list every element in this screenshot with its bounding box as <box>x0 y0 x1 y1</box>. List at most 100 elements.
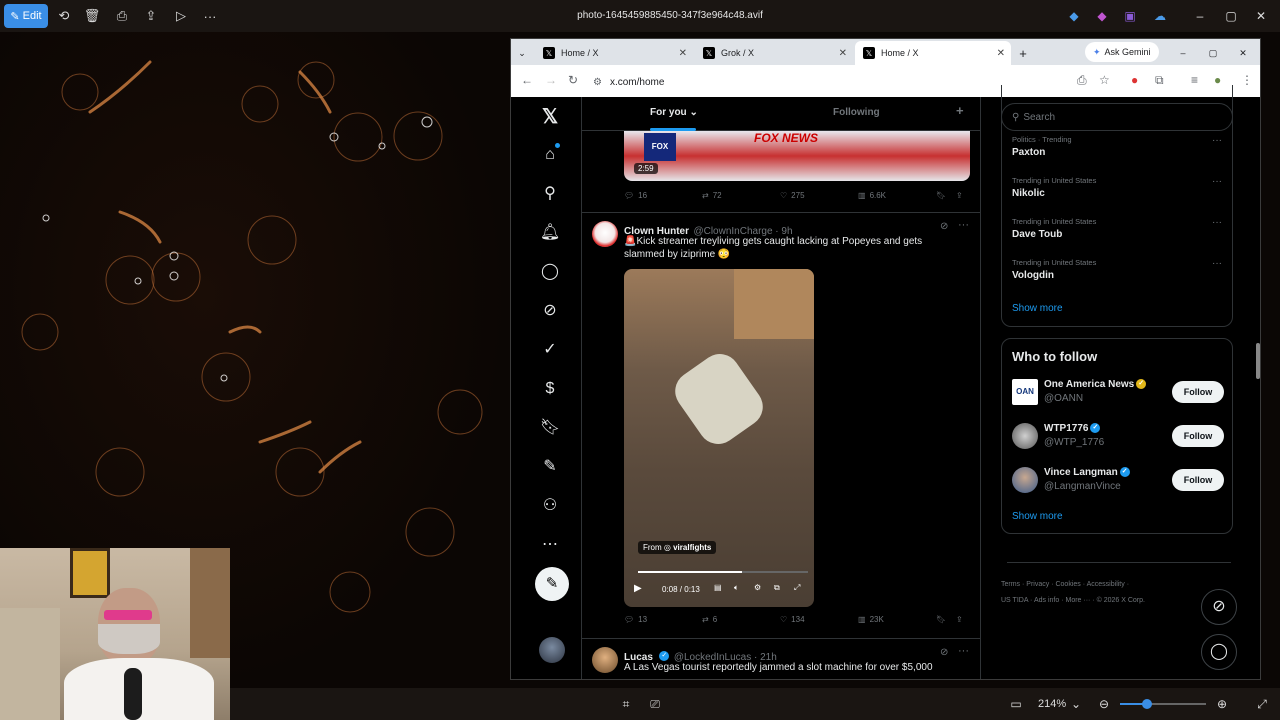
ask-gemini-button[interactable]: ✦ Ask Gemini <box>1085 42 1159 62</box>
x-logo-icon[interactable]: 𝕏 <box>538 105 562 129</box>
tab-for-you[interactable]: For you ⌄ <box>650 107 698 118</box>
follow-button[interactable]: Follow <box>1172 425 1224 447</box>
more-options-icon[interactable]: ⋯ <box>538 533 562 557</box>
tab-grok[interactable]: 𝕏 Grok / X ✕ <box>695 41 853 65</box>
follow-suggestion[interactable]: OAN One America News ✓ @OANN Follow <box>1012 377 1224 407</box>
reply-button[interactable]: 💬︎ 16 <box>624 191 647 200</box>
tab-close-icon[interactable]: ✕ <box>839 48 847 59</box>
follow-suggestion[interactable]: Vince Langman ✓ @LangmanVince Follow <box>1012 465 1224 495</box>
trends-show-more-link[interactable]: Show more <box>1012 303 1063 314</box>
more-options-icon[interactable]: ··· <box>958 645 969 657</box>
cloud-icon[interactable]: ☁ <box>1150 6 1170 26</box>
tweet-video[interactable]: From ◎ viralfights ▶ 0:08 / 0:13 ▤ 🔈︎ ⚙ … <box>624 269 814 607</box>
tab-home-1[interactable]: 𝕏 Home / X ✕ <box>535 41 693 65</box>
page-scrollbar[interactable] <box>1256 103 1260 673</box>
fullscreen-icon[interactable]: ⤢ <box>794 583 800 593</box>
pip-icon[interactable]: ⧉ <box>774 583 780 593</box>
scrollbar-thumb[interactable] <box>1256 343 1260 379</box>
articles-icon[interactable]: ✎ <box>538 455 562 479</box>
tab-home-active[interactable]: 𝕏 Home / X ✕ <box>855 41 1011 65</box>
vince-langman-avatar[interactable] <box>1012 467 1038 493</box>
footer-privacy-link[interactable]: Privacy <box>1026 581 1049 588</box>
messages-fab-icon[interactable]: ◯ <box>1201 634 1237 670</box>
reload-icon[interactable]: ↻ <box>568 73 578 87</box>
play-icon[interactable]: ▶ <box>634 583 642 594</box>
video-source-badge[interactable]: From ◎ viralfights <box>638 541 717 554</box>
crop-icon[interactable]: ⌗ <box>616 694 636 714</box>
bookmark-icon[interactable]: 🔖︎ <box>936 615 946 624</box>
zoom-level[interactable]: 214% <box>1038 688 1066 720</box>
premium-icon[interactable]: ✓ <box>538 338 562 362</box>
tab-search-icon[interactable]: ⌄ <box>515 41 529 65</box>
repost-button[interactable]: ⇄ 6 <box>702 615 717 624</box>
rotate-icon[interactable]: ⟲ <box>54 4 74 28</box>
volume-icon[interactable]: 🔈︎ <box>734 583 739 593</box>
slideshow-icon[interactable]: ▷ <box>171 4 191 28</box>
more-icon[interactable]: ··· <box>200 4 220 28</box>
follow-suggestion[interactable]: WTP1776 ✓ @WTP_1776 Follow <box>1012 421 1224 451</box>
browser-menu-icon[interactable]: ⋮ <box>1241 73 1253 87</box>
site-info-icon[interactable]: ⚙ <box>593 77 602 88</box>
grok-fab-icon[interactable]: ⊘ <box>1201 589 1237 625</box>
grok-analyze-icon[interactable]: ⊘ <box>940 647 948 658</box>
trend-more-icon[interactable]: ··· <box>1212 176 1222 187</box>
app-icon-3[interactable]: ▣ <box>1120 6 1140 26</box>
footer-more-link[interactable]: More ··· <box>1065 597 1090 604</box>
fit-screen-icon[interactable]: ▭ <box>1006 694 1026 714</box>
trend-item[interactable]: Trending in United States Nikolic ··· <box>1012 176 1222 199</box>
follow-show-more-link[interactable]: Show more <box>1012 511 1063 522</box>
app-icon-2[interactable]: ◆ <box>1092 6 1112 26</box>
tab-close-icon[interactable]: ✕ <box>679 48 687 59</box>
maximize-icon[interactable]: ▢ <box>1205 41 1221 65</box>
profile-icon[interactable]: ⚇ <box>538 494 562 518</box>
tweet-video-thumbnail[interactable]: FOX FOX NEWS 2:59 <box>624 131 970 181</box>
more-options-icon[interactable]: ··· <box>958 219 969 231</box>
follow-button[interactable]: Follow <box>1172 381 1224 403</box>
trend-item[interactable]: Politics · Trending Paxton ··· <box>1012 135 1222 158</box>
views-button[interactable]: ▥ 23K <box>858 615 884 624</box>
tweet-main[interactable]: Clown Hunter @ClownInCharge · 9h ⊘ ··· 🚨… <box>582 213 980 639</box>
footer-cookies-link[interactable]: Cookies <box>1055 581 1080 588</box>
wtp1776-avatar[interactable] <box>1012 423 1038 449</box>
grok-icon[interactable]: ⊘ <box>538 299 562 323</box>
tab-close-icon[interactable]: ✕ <box>997 48 1005 59</box>
zoom-dropdown-icon[interactable]: ⌄ <box>1066 694 1086 714</box>
like-button[interactable]: ♡ 275 <box>780 191 805 200</box>
visual-search-icon[interactable]: ⎚ <box>645 694 665 714</box>
follow-button[interactable]: Follow <box>1172 469 1224 491</box>
trend-item[interactable]: Trending in United States Vologdin ··· <box>1012 258 1222 281</box>
tab-following[interactable]: Following <box>833 107 880 118</box>
post-button[interactable]: ✎ <box>535 567 569 601</box>
suggestion-name[interactable]: Vince Langman ✓ <box>1044 467 1130 478</box>
app-icon-1[interactable]: ◆ <box>1064 6 1084 26</box>
account-avatar[interactable] <box>539 637 565 663</box>
zoom-slider[interactable] <box>1120 699 1206 709</box>
bookmark-icon[interactable]: 🔖︎ <box>936 191 946 200</box>
delete-icon[interactable]: 🗑 <box>82 4 102 28</box>
notifications-bell-icon[interactable]: 🔔︎ <box>538 221 562 245</box>
tweet-next[interactable]: Lucas ✓ @LockedInLucas · 21h ⊘ ··· A Las… <box>582 639 980 679</box>
footer-terms-link[interactable]: Terms <box>1001 581 1020 588</box>
captions-icon[interactable]: ▤ <box>714 583 722 592</box>
trend-more-icon[interactable]: ··· <box>1212 135 1222 146</box>
add-feed-icon[interactable]: + <box>956 103 964 118</box>
messages-icon[interactable]: ◯ <box>538 260 562 284</box>
oann-avatar[interactable]: OAN <box>1012 379 1038 405</box>
url-input[interactable]: ⚙ x.com/home <box>593 71 1068 93</box>
close-icon[interactable]: ✕ <box>1235 41 1251 65</box>
zoom-out-icon[interactable]: ⊖ <box>1094 694 1114 714</box>
minimize-icon[interactable]: – <box>1190 6 1210 26</box>
trend-item[interactable]: Trending in United States Dave Toub ··· <box>1012 217 1222 240</box>
grok-analyze-icon[interactable]: ⊘ <box>940 221 948 232</box>
repost-button[interactable]: ⇄ 72 <box>702 191 722 200</box>
fullscreen-icon[interactable]: ⤢ <box>1252 694 1272 714</box>
suggestion-name[interactable]: One America News ✓ <box>1044 379 1147 390</box>
video-progress-bar[interactable] <box>638 571 808 573</box>
share-icon[interactable]: ⇪ <box>956 615 963 624</box>
close-icon[interactable]: ✕ <box>1251 6 1271 26</box>
share-icon[interactable]: ⇪ <box>956 191 963 200</box>
suggestion-name[interactable]: WTP1776 ✓ <box>1044 423 1101 434</box>
bookmarks-icon[interactable]: 🔖︎ <box>538 416 562 440</box>
zoom-in-icon[interactable]: ⊕ <box>1212 694 1232 714</box>
print-icon[interactable]: ⎙ <box>112 4 132 28</box>
